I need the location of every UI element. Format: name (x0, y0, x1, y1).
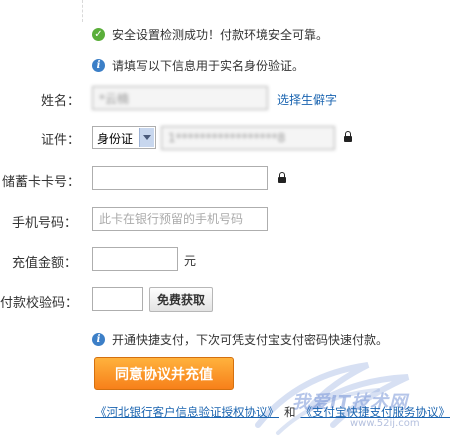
security-ok-notice: ✓ 安全设置检测成功！付款环境安全可靠。 (92, 26, 328, 43)
agreements-footer: 《河北银行客户信息验证授权协议》和《支付宝快捷支付服务协议》 (95, 404, 450, 420)
agree-and-recharge-button[interactable]: 同意协议并充值 (94, 357, 234, 390)
and-text: 和 (284, 405, 296, 419)
quick-pay-text: 开通快捷支付，下次可凭支付宝支付密码快速付款。 (112, 333, 389, 347)
fill-info-notice: i 请填写以下信息用于实名身份验证。 (92, 57, 304, 74)
amount-label: 充值金额： (12, 256, 78, 271)
verification-code-input[interactable] (92, 287, 143, 311)
id-type-value: 身份证 (97, 132, 134, 146)
name-input[interactable] (92, 86, 268, 110)
security-ok-text: 安全设置检测成功！付款环境安全可靠。 (112, 28, 329, 42)
card-number-input[interactable] (92, 166, 268, 190)
info-icon: i (92, 59, 105, 72)
alipay-agreement-link[interactable]: 《支付宝快捷支付服务协议》 (301, 405, 451, 419)
lock-icon (344, 131, 352, 142)
id-label: 证件： (41, 133, 81, 148)
check-circle-icon: ✓ (92, 28, 105, 41)
lock-icon (278, 172, 286, 183)
info-icon: i (92, 333, 105, 346)
fill-info-text: 请填写以下信息用于实名身份验证。 (112, 59, 305, 73)
id-number-input[interactable] (161, 126, 335, 150)
phone-input[interactable] (92, 207, 268, 231)
bank-agreement-link[interactable]: 《河北银行客户信息验证授权协议》 (95, 405, 279, 419)
code-label: 付款校验码： (0, 296, 79, 311)
card-label: 储蓄卡卡号： (2, 175, 81, 190)
chevron-down-icon (139, 128, 154, 147)
get-code-button[interactable]: 免费获取 (149, 287, 213, 312)
rare-char-link[interactable]: 选择生僻字 (277, 91, 337, 108)
divider-line (82, 0, 83, 22)
name-label: 姓名： (41, 94, 81, 109)
amount-input[interactable] (92, 247, 178, 271)
quick-pay-notice: i 开通快捷支付，下次可凭支付宝支付密码快速付款。 (92, 331, 388, 348)
id-type-select[interactable]: 身份证 (92, 126, 156, 149)
phone-label: 手机号码： (12, 216, 78, 231)
amount-unit: 元 (184, 254, 197, 268)
